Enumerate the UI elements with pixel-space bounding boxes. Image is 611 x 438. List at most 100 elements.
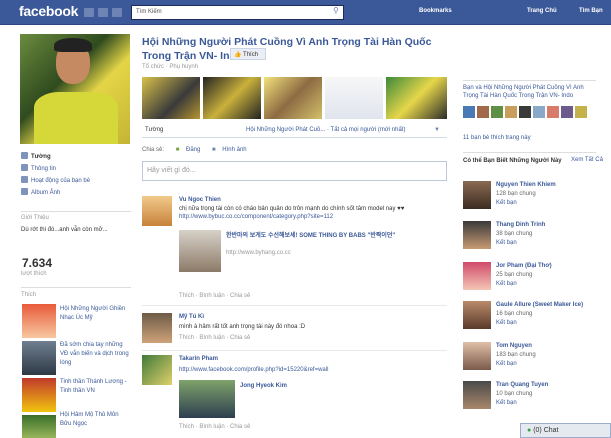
- tab-wall[interactable]: Tường: [145, 127, 163, 133]
- post-link[interactable]: http://www.bybuc.co.cc/component/categor…: [179, 213, 439, 221]
- mutual-friends-count[interactable]: 10 bạn chung: [496, 391, 532, 397]
- search-input[interactable]: Tìm Kiếm: [131, 5, 344, 20]
- suggestion-name[interactable]: Jor Pham (Đại Thơ): [496, 263, 552, 269]
- nav-photos[interactable]: Album Ảnh: [21, 188, 60, 196]
- chevron-down-icon[interactable]: ▼: [434, 127, 440, 133]
- suggestion-avatar[interactable]: [463, 301, 491, 329]
- profile-picture[interactable]: [20, 34, 130, 144]
- suggestion-avatar[interactable]: [463, 381, 491, 409]
- find-friends-link[interactable]: Tìm Bạn: [579, 8, 603, 14]
- nav-info[interactable]: Thông tin: [21, 164, 56, 172]
- suggestion-avatar[interactable]: [463, 221, 491, 249]
- nav-friend-activity[interactable]: Hoạt động của bạn bè: [21, 176, 90, 184]
- add-friend-button[interactable]: Kết bạn: [496, 361, 517, 367]
- friend-avatar[interactable]: [561, 106, 573, 118]
- photo-share-button[interactable]: ■ Hình ảnh: [207, 147, 247, 153]
- liked-page-thumbnail[interactable]: [22, 378, 56, 412]
- suggestion-name[interactable]: Nguyen Thien Khiem: [496, 182, 556, 188]
- wall-tabs: Tường Hội Những Người Phát Cuồ... · Tất …: [142, 124, 447, 138]
- online-status-icon: ●: [527, 427, 532, 434]
- post-actions[interactable]: Thích · Bình luận · Chia sẻ: [179, 424, 250, 430]
- page-title: Hội Những Người Phát Cuồng Vì Anh Trọng …: [142, 36, 432, 62]
- notifications-icon[interactable]: [112, 8, 122, 17]
- add-friend-button[interactable]: Kết bạn: [496, 240, 517, 246]
- photos-icon: [21, 188, 28, 195]
- nav-wall[interactable]: Tường: [21, 152, 51, 160]
- add-friend-button[interactable]: Kết bạn: [496, 281, 517, 287]
- page-relationship-title[interactable]: Bạn và Hội Những Người Phát Cuồng Vì Anh…: [463, 84, 596, 100]
- liked-page-link[interactable]: Hội Hâm Mộ Thủ Môn Bửu Ngọc: [60, 411, 130, 429]
- suggestion-avatar[interactable]: [463, 262, 491, 290]
- friend-avatar[interactable]: [463, 106, 475, 118]
- post-link[interactable]: http://www.facebook.com/profile.php?id=1…: [179, 366, 439, 374]
- suggestion-name[interactable]: Gaule Allure (Sweet Maker Ice): [496, 302, 583, 308]
- nav-info-label: Thông tin: [31, 166, 57, 172]
- avatar[interactable]: [142, 355, 172, 385]
- friend-avatar[interactable]: [491, 106, 503, 118]
- suggestion-name[interactable]: Tom Nguyen: [496, 343, 532, 349]
- strip-photo[interactable]: [142, 77, 200, 119]
- post-text: chị nữa trọng tài còn có cháo bản quân d…: [179, 206, 405, 212]
- liked-page-link[interactable]: Tinh thần Thánh Lương - Tinh thần VN: [60, 378, 130, 396]
- mutual-friends-count[interactable]: 183 bạn chung: [496, 352, 536, 358]
- suggestion-avatar[interactable]: [463, 342, 491, 370]
- likes-count: 7.634: [22, 256, 53, 270]
- friend-avatar[interactable]: [519, 106, 531, 118]
- post-author[interactable]: Mỹ Tú Kì: [179, 314, 204, 320]
- mutual-friends-count[interactable]: 25 bạn chung: [496, 272, 532, 278]
- intro-text: Dù rớt thi đó...anh vẫn còn mở...: [21, 227, 108, 233]
- bookmarks-link[interactable]: Bookmarks: [419, 8, 452, 14]
- friend-avatar[interactable]: [575, 106, 587, 118]
- liked-page-thumbnail[interactable]: [22, 415, 56, 438]
- strip-photo[interactable]: [386, 77, 447, 119]
- mutual-friends-count[interactable]: 38 bạn chung: [496, 231, 532, 237]
- add-friend-button[interactable]: Kết bạn: [496, 320, 517, 326]
- suggestion-item: Jor Pham (Đại Thơ) 25 bạn chung Kết bạn: [463, 262, 596, 298]
- status-composer-input[interactable]: Hãy viết gì đó...: [142, 161, 447, 181]
- post-actions[interactable]: Thích · Bình luận · Chia sẻ: [179, 335, 250, 341]
- facebook-logo[interactable]: facebook: [19, 3, 78, 19]
- shared-link-thumbnail[interactable]: [179, 380, 235, 418]
- post-author[interactable]: Takarin Pham: [179, 356, 218, 362]
- liked-page-link[interactable]: Đã sớm chia tay những VĐ vắn biến và dịc…: [60, 341, 130, 368]
- suggestion-item: Gaule Allure (Sweet Maker Ice) 16 bạn ch…: [463, 301, 596, 337]
- profile-picture-shirt: [34, 92, 118, 144]
- status-share-button[interactable]: ■ Đăng: [171, 147, 201, 153]
- post-actions[interactable]: Thích · Bình luận · Chia sẻ: [179, 293, 250, 299]
- add-friend-button[interactable]: Kết bạn: [496, 400, 517, 406]
- friend-avatar[interactable]: [477, 106, 489, 118]
- liked-page-thumbnail[interactable]: [22, 341, 56, 375]
- strip-photo[interactable]: [203, 77, 261, 119]
- add-friend-button[interactable]: Kết bạn: [496, 200, 517, 206]
- activity-icon: [21, 176, 28, 183]
- liked-page-thumbnail[interactable]: [22, 304, 56, 338]
- friend-avatar[interactable]: [533, 106, 545, 118]
- avatar[interactable]: [142, 196, 172, 226]
- post-author[interactable]: Vu Ngoc Thien: [179, 197, 221, 203]
- shared-link-thumbnail[interactable]: [179, 230, 221, 272]
- wall-filter-dropdown[interactable]: Hội Những Người Phát Cuồ... · Tất cả mọi…: [246, 127, 405, 133]
- home-link[interactable]: Trang Chủ: [527, 8, 557, 14]
- chat-button[interactable]: ● (0) Chat: [520, 423, 611, 438]
- friend-avatar[interactable]: [505, 106, 517, 118]
- like-page-button-label: Thích: [243, 52, 259, 58]
- shared-link-title[interactable]: 한반마의 보게도 수선해보세! SOME THING BY BABS "반짝이던…: [226, 232, 441, 240]
- liked-page-link[interactable]: Hội Những Người Ghiền Nhạc Úc Mỹ: [60, 305, 130, 323]
- suggestion-avatar[interactable]: [463, 181, 491, 209]
- suggestion-item: Nguyen Thien Khiem 128 bạn chung Kết bạn: [463, 181, 596, 217]
- see-all-link[interactable]: Xem Tất Cả: [571, 157, 603, 163]
- mutual-friends-count[interactable]: 16 bạn chung: [496, 311, 532, 317]
- suggestion-name[interactable]: Tran Quang Tuyen: [496, 382, 548, 388]
- friend-avatar[interactable]: [547, 106, 559, 118]
- like-page-button[interactable]: 👍 Thích: [230, 48, 266, 60]
- messages-icon[interactable]: [98, 8, 108, 17]
- strip-photo[interactable]: [325, 77, 383, 119]
- suggestion-name[interactable]: Thang Dinh Trinh: [496, 222, 545, 228]
- mutual-friends-count[interactable]: 128 bạn chung: [496, 191, 536, 197]
- friends-like-link[interactable]: 11 bạn bè thích trang này: [463, 135, 531, 141]
- strip-photo[interactable]: [264, 77, 322, 119]
- shared-link-title[interactable]: Jong Hyeok Kim: [240, 382, 287, 390]
- avatar[interactable]: [142, 313, 172, 343]
- friend-requests-icon[interactable]: [84, 8, 94, 17]
- search-icon[interactable]: ⚲: [333, 6, 343, 18]
